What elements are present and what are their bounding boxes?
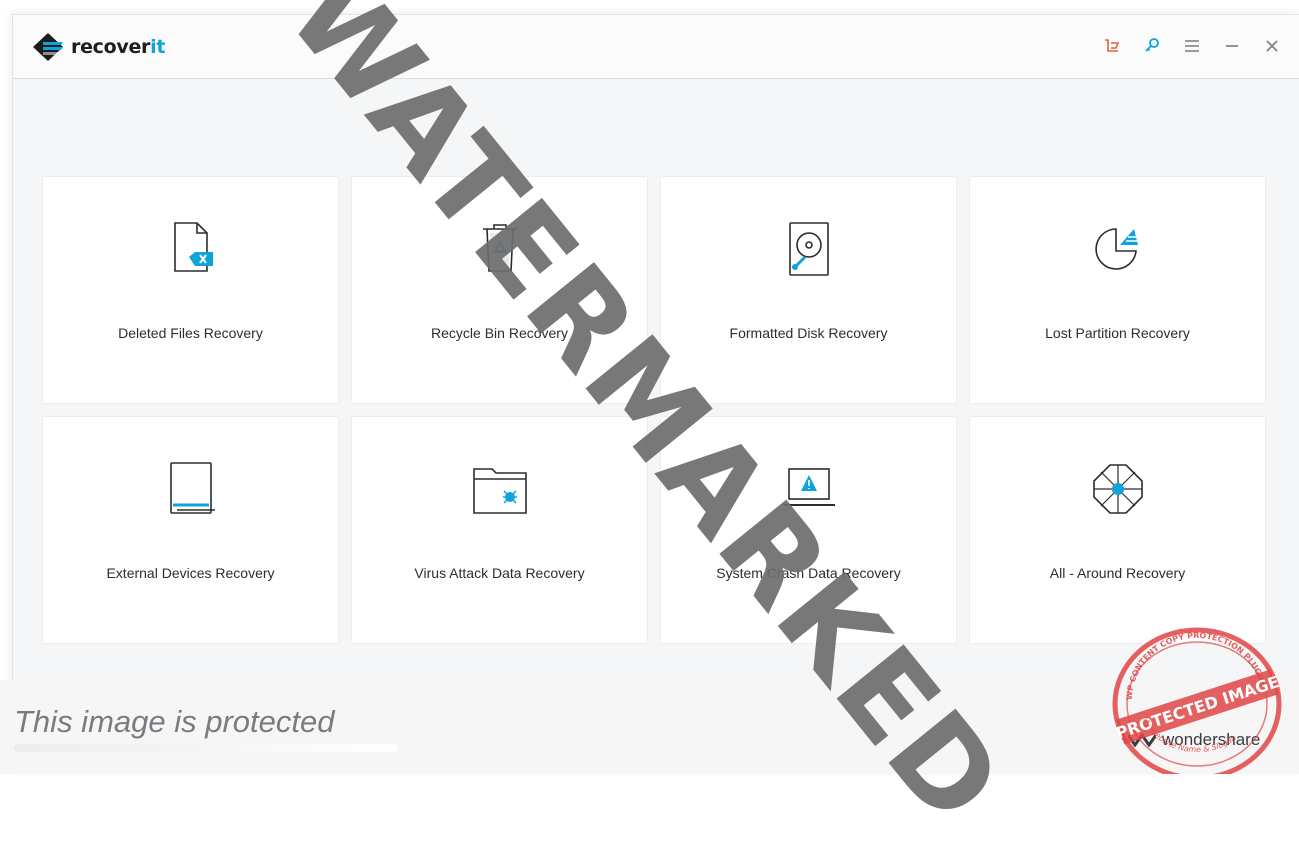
partition-pie-icon bbox=[1088, 217, 1148, 281]
wondershare-logo-icon bbox=[1128, 733, 1156, 747]
card-label: All - Around Recovery bbox=[1049, 565, 1186, 581]
wondershare-brand: wondershare bbox=[1128, 730, 1260, 750]
recoverit-logo-icon bbox=[33, 33, 63, 61]
app-name: recoverit bbox=[71, 36, 166, 58]
all-around-recovery-card[interactable]: All - Around Recovery bbox=[969, 416, 1266, 644]
deleted-files-recovery-card[interactable]: Deleted Files Recovery bbox=[42, 176, 339, 404]
deleted-file-icon bbox=[161, 217, 221, 281]
cart-icon bbox=[1105, 39, 1120, 52]
cart-button[interactable] bbox=[1103, 37, 1121, 55]
recycle-bin-recovery-card[interactable]: Recycle Bin Recovery bbox=[351, 176, 648, 404]
protected-notice: This image is protected bbox=[14, 704, 335, 739]
minimize-button[interactable] bbox=[1223, 37, 1241, 55]
card-label: Recycle Bin Recovery bbox=[431, 325, 568, 341]
menu-icon bbox=[1185, 40, 1199, 52]
external-devices-recovery-card[interactable]: External Devices Recovery bbox=[42, 416, 339, 644]
virus-attack-data-recovery-card[interactable]: Virus Attack Data Recovery bbox=[351, 416, 648, 644]
hard-disk-icon bbox=[779, 217, 839, 281]
external-drive-icon bbox=[161, 457, 221, 521]
card-label: Deleted Files Recovery bbox=[118, 325, 263, 341]
title-bar: recoverit bbox=[13, 15, 1299, 79]
card-label: External Devices Recovery bbox=[106, 565, 275, 581]
card-label: Lost Partition Recovery bbox=[1045, 325, 1190, 341]
app-window: recoverit Deleted Files Recovery Recycle… bbox=[12, 14, 1299, 774]
close-button[interactable] bbox=[1263, 37, 1281, 55]
protected-notice-underline bbox=[14, 744, 398, 752]
close-icon bbox=[1266, 40, 1278, 52]
all-around-icon bbox=[1088, 457, 1148, 521]
card-label: Virus Attack Data Recovery bbox=[414, 565, 585, 581]
key-button[interactable] bbox=[1143, 37, 1161, 55]
recycle-bin-icon bbox=[470, 217, 530, 281]
recovery-mode-grid: Deleted Files Recovery Recycle Bin Recov… bbox=[42, 176, 1266, 644]
window-controls bbox=[1103, 37, 1281, 55]
minimize-icon bbox=[1226, 45, 1238, 47]
card-label: Formatted Disk Recovery bbox=[729, 325, 888, 341]
key-icon bbox=[1145, 38, 1159, 52]
virus-folder-icon bbox=[470, 457, 530, 521]
system-crash-data-recovery-card[interactable]: System Crash Data Recovery bbox=[660, 416, 957, 644]
lost-partition-recovery-card[interactable]: Lost Partition Recovery bbox=[969, 176, 1266, 404]
vendor-name: wondershare bbox=[1162, 730, 1261, 749]
card-label: System Crash Data Recovery bbox=[716, 565, 901, 581]
formatted-disk-recovery-card[interactable]: Formatted Disk Recovery bbox=[660, 176, 957, 404]
crashed-laptop-icon bbox=[779, 457, 839, 521]
app-logo: recoverit bbox=[33, 33, 165, 61]
menu-button[interactable] bbox=[1183, 37, 1201, 55]
